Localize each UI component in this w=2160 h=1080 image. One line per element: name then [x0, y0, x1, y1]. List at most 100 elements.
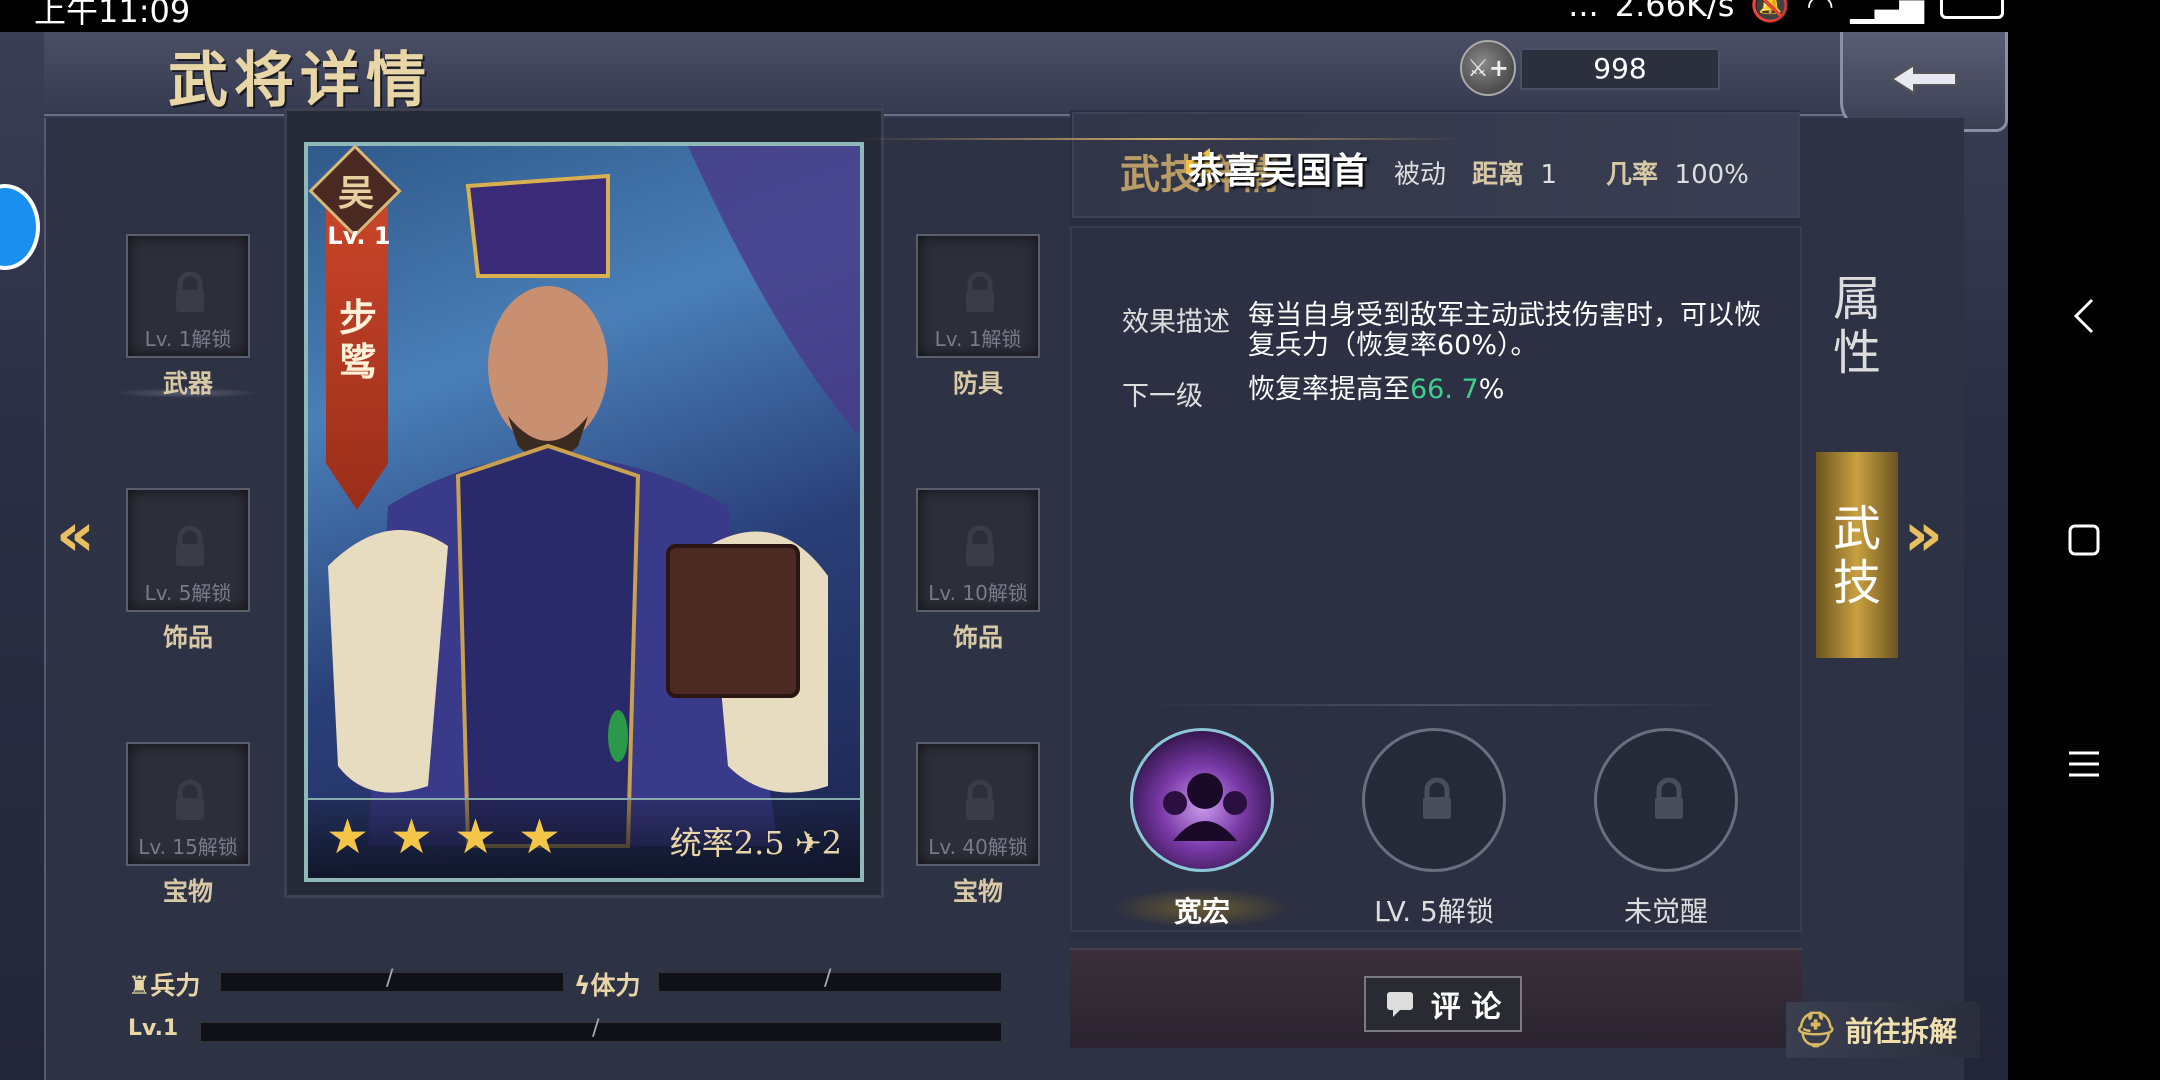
page-title: 武将详情: [168, 46, 432, 116]
tab-skills[interactable]: 武技: [1816, 452, 1898, 658]
hero-level: Lv. 1: [327, 222, 391, 250]
card-bottom-bar: ★ ★ ★ ★ 统率2.5 ✈2: [308, 798, 860, 878]
distance-label: 距离: [1472, 160, 1525, 190]
faction-text: 吴: [337, 173, 374, 214]
stamina-slash: /: [824, 966, 832, 991]
slot-label: 宝物: [952, 877, 1003, 906]
home-nav-icon[interactable]: [2008, 490, 2160, 590]
next-value: 66. 7: [1410, 374, 1479, 405]
lock-icon: [966, 271, 994, 312]
tab-attributes[interactable]: 属性: [1816, 272, 1898, 382]
rate-value: 100%: [1674, 160, 1749, 190]
skill-label: 宽宏: [1173, 895, 1230, 928]
lock-icon: [1423, 777, 1451, 819]
hero-card[interactable]: 步骘 吴 Lv. 1 ★ ★ ★ ★ 统率2.5 ✈2: [304, 142, 864, 882]
troops-icon: ♜: [128, 971, 151, 1000]
hero-portrait: [328, 146, 860, 848]
hero-name: 步骘: [338, 296, 377, 384]
distance-value: 1: [1540, 160, 1558, 190]
more-dots: ...: [1568, 0, 1599, 24]
comment-icon: [1386, 992, 1413, 1017]
next-hero-arrow-icon[interactable]: »: [1904, 500, 1943, 570]
back-button[interactable]: [1840, 32, 2008, 132]
lock-icon: [1655, 777, 1683, 819]
signal-icon: ▁▃▅: [1850, 0, 1924, 24]
slot-label: 饰品: [162, 623, 213, 652]
star-icon: ★: [454, 809, 498, 865]
helmet-icon: ⛑: [1794, 1010, 1838, 1050]
skill-icon-locked[interactable]: [1362, 728, 1506, 872]
wifi-icon: ◠: [1806, 0, 1835, 24]
next-level-label: 下一级: [1122, 381, 1203, 412]
slot-label: 武器: [162, 369, 213, 398]
move-icon: ✈: [794, 824, 822, 862]
troops-label-text: 兵力: [150, 971, 201, 1000]
move-stat: 2: [821, 824, 842, 862]
hero-stats: 统率2.5 ✈2: [670, 818, 842, 864]
status-bar: 上午11:09 ... 2.66K/s 🔕 ◠ ▁▃▅: [0, 0, 2010, 32]
broadcast-notice: 恭喜吴国首: [1188, 151, 1369, 192]
screen: { "status": {"time": "上午11:09", "net_spe…: [0, 0, 2160, 1080]
slot-unlock-text: Lv. 15解锁: [138, 835, 238, 859]
net-speed: 2.66K/s: [1614, 0, 1735, 24]
comment-label: 评 论: [1430, 990, 1502, 1025]
skill-label: 未觉醒: [1623, 895, 1708, 928]
slot-label: 宝物: [162, 877, 213, 906]
system-nav-bar: [2008, 0, 2160, 1080]
lock-icon: [966, 779, 994, 820]
stamina-label: ϟ体力: [574, 966, 641, 1002]
divider: [1140, 704, 1740, 706]
accessory-slot[interactable]: Lv. 10解锁: [916, 488, 1040, 612]
exp-bar: [200, 1022, 1002, 1042]
prev-hero-arrow-icon[interactable]: «: [56, 500, 95, 570]
comment-button[interactable]: 评 论: [1364, 976, 1522, 1032]
disassemble-button[interactable]: ⛑ 前往拆解: [1786, 1002, 1980, 1058]
stamina-label-text: 体力: [590, 971, 641, 1000]
status-icons: ... 2.66K/s 🔕 ◠ ▁▃▅: [1568, 0, 2004, 24]
treasure-slot[interactable]: Lv. 15解锁: [126, 742, 250, 866]
next-prefix: 恢复率提高至: [1248, 374, 1410, 405]
tab-attributes-label: 属性: [1833, 271, 1882, 381]
slot-label: 防具: [952, 369, 1003, 398]
slot-unlock-text: Lv. 5解锁: [144, 581, 232, 605]
effect-line-2: 复兵力（恢复率60%）。: [1248, 330, 1538, 361]
lightning-icon: ϟ: [574, 971, 591, 1000]
status-time: 上午11:09: [34, 0, 191, 30]
star-icon: ★: [390, 809, 434, 865]
header-bar: 武将详情 ⚔+ 998: [44, 32, 2008, 132]
lock-icon: [176, 271, 204, 312]
skill-rate: 几率 100%: [1606, 154, 1749, 191]
lock-icon: [966, 525, 994, 566]
armor-slot[interactable]: Lv. 1解锁: [916, 234, 1040, 358]
star-icon: ★: [518, 809, 562, 865]
weapon-slot[interactable]: Lv. 1解锁: [126, 234, 250, 358]
next-level-text: 恢复率提高至66. 7%: [1248, 374, 1504, 406]
command-stat: 统率2.5: [669, 824, 785, 862]
troops-slash: /: [386, 966, 394, 991]
skill-type: 被动: [1394, 160, 1447, 190]
treasure-slot[interactable]: Lv. 40解锁: [916, 742, 1040, 866]
lock-icon: [176, 525, 204, 566]
token-add-icon[interactable]: ⚔+: [1460, 40, 1516, 96]
disassemble-label: 前往拆解: [1845, 1015, 1958, 1048]
effect-line-1: 每当自身受到敌军主动武技伤害时，可以恢: [1248, 300, 1761, 331]
troops-label: ♜兵力: [128, 966, 200, 1002]
skill-label: LV. 5解锁: [1374, 895, 1494, 928]
figures-icon: [1163, 773, 1247, 841]
skill-icon-unawakened[interactable]: [1594, 728, 1738, 872]
back-arrow-icon: [1890, 63, 1957, 95]
rate-label: 几率: [1606, 160, 1659, 190]
next-suffix: %: [1478, 374, 1505, 405]
tab-skills-label: 武技: [1833, 501, 1882, 611]
menu-nav-icon[interactable]: [2008, 714, 2160, 814]
exp-slash: /: [592, 1016, 600, 1041]
back-nav-icon[interactable]: [2008, 266, 2160, 366]
battery-icon: [1940, 0, 2004, 19]
skill-icon-active[interactable]: [1130, 728, 1274, 872]
accessory-slot[interactable]: Lv. 5解锁: [126, 488, 250, 612]
slot-label: 饰品: [952, 623, 1003, 652]
star-icon: ★: [326, 809, 370, 865]
effect-label: 效果描述: [1122, 307, 1230, 338]
bell-mute-icon: 🔕: [1750, 0, 1791, 24]
slot-unlock-text: Lv. 10解锁: [928, 581, 1028, 605]
